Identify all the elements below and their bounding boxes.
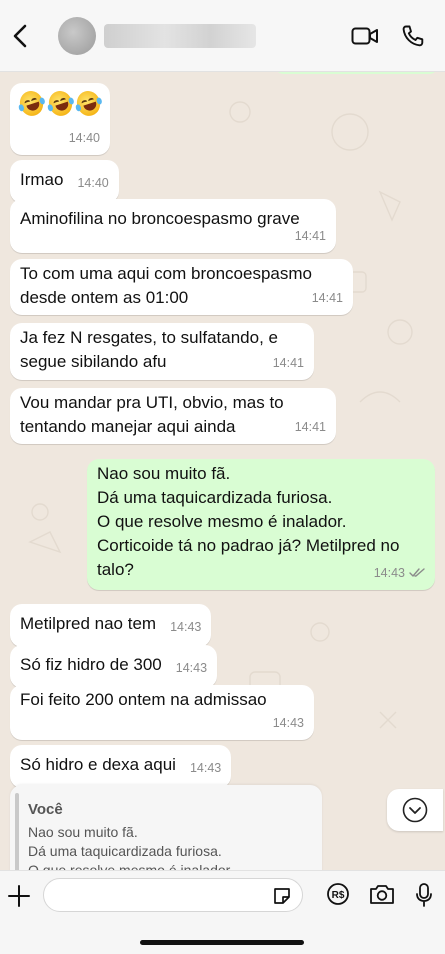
- read-ticks-icon: [409, 568, 425, 577]
- previous-outgoing-bubble: [274, 72, 439, 74]
- scroll-to-bottom-button[interactable]: [387, 789, 443, 831]
- message-time: 14:43: [373, 566, 405, 580]
- message-time: 14:41: [272, 356, 304, 370]
- message-text: Só fiz hidro de 300: [20, 655, 162, 674]
- sticker-button[interactable]: [272, 886, 292, 911]
- reply-preview[interactable]: Você Nao sou muito fã. Dá uma taquicardi…: [10, 785, 322, 870]
- message-time: 14:40: [68, 131, 100, 145]
- message-time: 14:41: [294, 229, 326, 243]
- message-time: 14:40: [77, 176, 109, 190]
- reply-author: Você: [28, 801, 63, 818]
- message-text-line: Dá uma taquicardizada furiosa.: [97, 488, 333, 507]
- message-time: 14:43: [170, 620, 202, 634]
- contact-name[interactable]: [104, 23, 256, 48]
- message-text-line: Vou mandar pra UTI, obvio, mas to: [20, 393, 284, 412]
- emoji-row: [16, 88, 104, 119]
- message-bubble[interactable]: 14:40: [10, 83, 110, 155]
- voice-call-button[interactable]: [401, 24, 425, 48]
- message-text-line: segue sibilando afu: [20, 352, 167, 371]
- composer-bar: R$: [0, 870, 445, 954]
- plus-icon: [8, 885, 30, 907]
- sticker-icon: [274, 888, 290, 904]
- message-bubble[interactable]: Metilpred nao tem 14:43: [10, 604, 212, 647]
- message-bubble-outgoing[interactable]: Nao sou muito fã. Dá uma taquicardizada …: [87, 459, 435, 590]
- message-text: Foi feito 200 ontem na admissao: [20, 690, 267, 709]
- home-indicator: [140, 940, 304, 945]
- chat-area[interactable]: 14:40 Irmao 14:40 Aminofilina no broncoes…: [0, 72, 445, 870]
- chevron-left-icon: [13, 24, 27, 47]
- message-text-line: O que resolve mesmo é inalador.: [97, 512, 347, 531]
- rolling-on-floor-laughing-icon: [16, 88, 46, 119]
- microphone-icon: [416, 883, 432, 907]
- chevron-down-circle-icon: [402, 797, 428, 823]
- message-text-line: desde ontem as 01:00: [20, 288, 189, 307]
- message-text: Metilpred nao tem: [20, 614, 157, 633]
- video-call-button[interactable]: [351, 26, 379, 46]
- reply-line: Dá uma taquicardizada furiosa.: [28, 843, 222, 859]
- back-button[interactable]: [2, 16, 38, 56]
- rolling-on-floor-laughing-icon: [45, 88, 75, 119]
- reply-line: Nao sou muito fã.: [28, 824, 138, 840]
- message-time: 14:43: [189, 761, 222, 775]
- message-bubble[interactable]: Foi feito 200 ontem na admissao 14:43: [10, 685, 314, 740]
- reply-accent-bar: [15, 793, 19, 870]
- rolling-on-floor-laughing-icon: [74, 88, 104, 119]
- message-text: Aminofilina no broncoespasmo grave: [20, 209, 300, 228]
- phone-icon: [402, 25, 424, 46]
- message-bubble[interactable]: Só fiz hidro de 300 14:43: [10, 645, 218, 688]
- message-bubble[interactable]: To com uma aqui com broncoespasmo desde …: [10, 259, 353, 315]
- reply-line: O que resolve mesmo é inalador.: [28, 862, 234, 870]
- message-bubble[interactable]: Aminofilina no broncoespasmo grave 14:41: [10, 199, 336, 253]
- payment-button[interactable]: R$: [326, 882, 350, 911]
- payment-icon: R$: [327, 883, 349, 905]
- message-bubble[interactable]: Ja fez N resgates, to sulfatando, e segu…: [10, 323, 314, 380]
- message-text: Irmao: [20, 170, 64, 189]
- message-text-line: Nao sou muito fã.: [97, 464, 231, 483]
- message-text-line: Ja fez N resgates, to sulfatando, e: [20, 328, 278, 347]
- microphone-button[interactable]: [414, 882, 434, 913]
- message-bubble[interactable]: Irmao 14:40: [10, 160, 119, 203]
- message-time: 14:41: [311, 291, 343, 305]
- message-text: Só hidro e dexa aqui: [20, 755, 176, 774]
- message-time: 14:43: [272, 716, 304, 730]
- message-bubble[interactable]: Só hidro e dexa aqui 14:43: [10, 745, 232, 788]
- avatar[interactable]: [58, 16, 96, 55]
- message-meta: 14:43: [374, 561, 425, 585]
- svg-text:R$: R$: [332, 890, 345, 901]
- message-text-line: tentando manejar aqui ainda: [20, 417, 236, 436]
- camera-button[interactable]: [368, 882, 396, 911]
- chat-header: [0, 0, 445, 72]
- message-time: 14:43: [175, 661, 208, 675]
- message-text-line: To com uma aqui com broncoespasmo: [20, 264, 312, 283]
- camera-icon: [370, 885, 394, 904]
- attach-button[interactable]: [6, 883, 32, 909]
- message-text-line: Corticoide tá no padrao já? Metilpred no: [97, 536, 400, 555]
- message-time: 14:41: [294, 420, 326, 434]
- message-bubble[interactable]: Vou mandar pra UTI, obvio, mas to tentan…: [10, 388, 336, 444]
- message-input[interactable]: [43, 878, 303, 912]
- video-call-icon: [351, 27, 378, 44]
